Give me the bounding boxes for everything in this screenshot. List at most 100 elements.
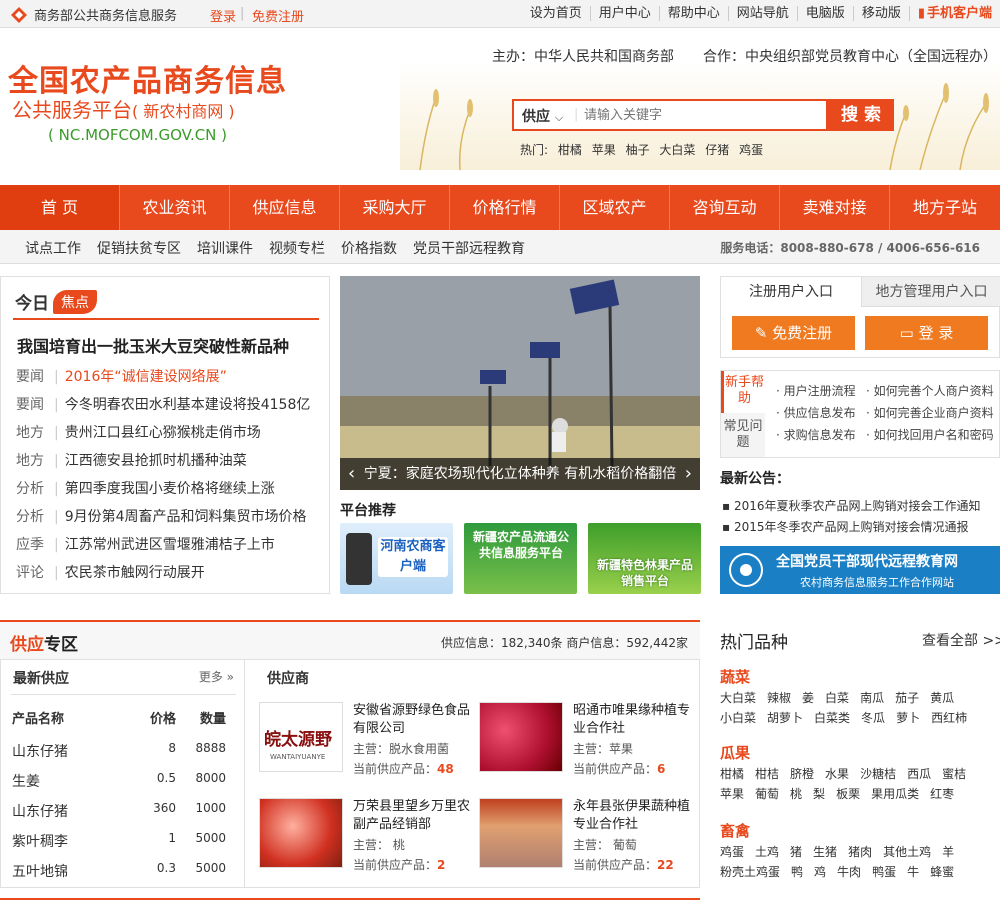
help-link[interactable]: · 用户注册流程	[776, 382, 856, 399]
hot-item[interactable]: 板栗	[836, 784, 860, 804]
chevron-right-icon[interactable]: ›	[685, 458, 692, 490]
hot-item[interactable]: 猪肉	[848, 842, 872, 862]
set-homepage-link[interactable]: 设为首页	[522, 6, 591, 21]
supplier-name[interactable]: 永年县张伊果蔬种植专业合作社	[573, 798, 698, 834]
hot-item[interactable]: 水果	[825, 764, 849, 784]
hot-item[interactable]: 南瓜	[860, 688, 884, 708]
hot-item[interactable]: 冬瓜	[861, 708, 885, 728]
help-link[interactable]: · 供应信息发布	[776, 404, 856, 421]
supplier-card[interactable]: 万荣县里望乡万里农副产品经销部 主营： 桃当前供应产品：2	[259, 798, 479, 878]
hot-item[interactable]: 小白菜	[720, 708, 756, 728]
user-center-link[interactable]: 用户中心	[591, 6, 660, 21]
hot-item[interactable]: 鸭	[791, 862, 803, 882]
subnav-price-index[interactable]: 价格指数	[341, 238, 397, 258]
nav-home[interactable]: 首 页	[0, 185, 120, 230]
hot-category-1[interactable]: 瓜果	[720, 742, 750, 763]
chevron-left-icon[interactable]: ‹	[348, 458, 355, 490]
supplier-name[interactable]: 安徽省源野绿色食品有限公司	[353, 702, 478, 738]
hot-keyword[interactable]: 仔猪	[705, 143, 729, 157]
login-link[interactable]: 登录	[210, 6, 236, 25]
hot-item[interactable]: 西红柿	[931, 708, 967, 728]
hot-item[interactable]: 鸭蛋	[872, 862, 896, 882]
view-all-link[interactable]: 查看全部 >>	[922, 630, 1000, 650]
supplier-card[interactable]: 皖太源野 WANTAIYUANYE 安徽省源野绿色食品有限公司 主营：脱水食用菌 当前供…	[259, 702, 479, 782]
help-link[interactable]: · 如何找回用户名和密码	[866, 426, 994, 443]
desktop-version-link[interactable]: 电脑版	[798, 6, 854, 21]
nav-consult[interactable]: 咨询互动	[670, 185, 780, 230]
platform-xinjiang-info[interactable]: 新疆农产品流通公共信息服务平台	[464, 523, 577, 594]
hot-item[interactable]: 白菜	[825, 688, 849, 708]
mobile-version-link[interactable]: 移动版	[854, 6, 910, 21]
hot-item[interactable]: 粉壳土鸡蛋	[720, 862, 780, 882]
tab-local-admin[interactable]: 地方管理用户入口	[861, 277, 1000, 307]
news-item[interactable]: 要闻 | 2016年“诚信建设网络展”	[16, 366, 227, 386]
search-button[interactable]: 搜 索	[828, 99, 894, 131]
news-item[interactable]: 分析 | 9月份第4周畜产品和饲料集贸市场价格	[16, 506, 307, 526]
supplier-card[interactable]: 昭通市唯果缘种植专业合作社 主营：苹果 当前供应产品：6	[479, 702, 699, 782]
hot-keyword[interactable]: 柚子	[626, 143, 650, 157]
hot-item[interactable]: 牛	[907, 862, 919, 882]
hot-item[interactable]: 葡萄	[755, 784, 779, 804]
hot-category-2[interactable]: 畜禽	[720, 820, 750, 841]
notice-item[interactable]: ▪ 2016年夏秋季农产品网上购销对接会工作通知	[722, 497, 981, 514]
hot-item[interactable]: 西瓜	[907, 764, 931, 784]
news-item[interactable]: 分析 | 第四季度我国小麦价格将继续上涨	[16, 478, 275, 498]
supplier-image[interactable]	[259, 798, 343, 868]
hot-item[interactable]: 黄瓜	[930, 688, 954, 708]
nav-regional[interactable]: 区域农产	[560, 185, 670, 230]
nav-prices[interactable]: 价格行情	[450, 185, 560, 230]
subnav-pilot[interactable]: 试点工作	[25, 238, 81, 258]
hot-item[interactable]: 果用瓜类	[871, 784, 919, 804]
hot-item[interactable]: 萝卜	[896, 708, 920, 728]
hot-keyword[interactable]: 柑橘	[558, 143, 582, 157]
supplier-image[interactable]: 皖太源野 WANTAIYUANYE	[259, 702, 343, 772]
supplier-name[interactable]: 万荣县里望乡万里农副产品经销部	[353, 798, 478, 834]
subnav-promo[interactable]: 促销扶贫专区	[97, 238, 181, 258]
hot-item[interactable]: 蜂蜜	[930, 862, 954, 882]
news-item[interactable]: 地方 | 贵州江口县红心猕猴桃走俏市场	[16, 422, 261, 442]
hot-keyword[interactable]: 苹果	[592, 143, 616, 157]
brand[interactable]: 商务部公共商务信息服务	[10, 5, 177, 24]
nav-agri-news[interactable]: 农业资讯	[120, 185, 230, 230]
free-register-button[interactable]: ✎ 免费注册	[732, 316, 855, 350]
hot-item[interactable]: 羊	[942, 842, 954, 862]
nav-matchmaking[interactable]: 卖难对接	[780, 185, 890, 230]
hot-item[interactable]: 猪	[790, 842, 802, 862]
supplier-image[interactable]	[479, 702, 563, 772]
hot-item[interactable]: 生猪	[813, 842, 837, 862]
nav-supply[interactable]: 供应信息	[230, 185, 340, 230]
nav-purchase[interactable]: 采购大厅	[340, 185, 450, 230]
search-category-select[interactable]: 供应 ⌵	[522, 106, 563, 126]
hot-item[interactable]: 牛肉	[837, 862, 861, 882]
hot-item[interactable]: 鸡蛋	[720, 842, 744, 862]
supplier-card[interactable]: 永年县张伊果蔬种植专业合作社 主营： 葡萄 当前供应产品：22	[479, 798, 699, 878]
platform-xinjiang-fruit[interactable]: 新疆特色林果产品销售平台	[588, 523, 701, 594]
hot-item[interactable]: 辣椒	[767, 688, 791, 708]
remote-edu-banner[interactable]: 全国党员干部现代远程教育网 农村商务信息服务工作合作网站	[720, 546, 1000, 594]
hot-item[interactable]: 桃	[790, 784, 802, 804]
help-link[interactable]: · 求购信息发布	[776, 426, 856, 443]
hot-item[interactable]: 茄子	[895, 688, 919, 708]
register-link[interactable]: 免费注册	[252, 6, 304, 25]
platform-henan-app[interactable]: 河南农商客户端	[340, 523, 453, 594]
tab-registered-user[interactable]: 注册用户入口	[721, 277, 861, 307]
help-link[interactable]: · 如何完善企业商户资料	[866, 404, 994, 421]
news-item[interactable]: 地方 | 江西德安县抢抓时机播种油菜	[16, 450, 247, 470]
supplier-name[interactable]: 昭通市唯果缘种植专业合作社	[573, 702, 698, 738]
nav-local-sites[interactable]: 地方子站	[890, 185, 1000, 230]
subnav-remote-edu[interactable]: 党员干部远程教育	[413, 238, 525, 258]
hot-item[interactable]: 柑桔	[755, 764, 779, 784]
notice-item[interactable]: ▪ 2015年冬季农产品网上购销对接会情况通报	[722, 518, 969, 535]
subnav-training[interactable]: 培训课件	[197, 238, 253, 258]
more-link[interactable]: 更多 »	[199, 668, 234, 685]
login-button[interactable]: ▭ 登 录	[865, 316, 988, 350]
tab-faq[interactable]: 常见问题	[721, 413, 765, 457]
hot-item[interactable]: 蜜桔	[942, 764, 966, 784]
hot-category-0[interactable]: 蔬菜	[720, 666, 750, 687]
search-input[interactable]	[580, 103, 820, 127]
hot-item[interactable]: 脐橙	[790, 764, 814, 784]
today-headline[interactable]: 我国培育出一批玉米大豆突破性新品种	[17, 333, 289, 357]
hot-item[interactable]: 土鸡	[755, 842, 779, 862]
news-item[interactable]: 应季 | 江苏常州武进区雪堰雅浦桔子上市	[16, 534, 275, 554]
supplier-image[interactable]	[479, 798, 563, 868]
